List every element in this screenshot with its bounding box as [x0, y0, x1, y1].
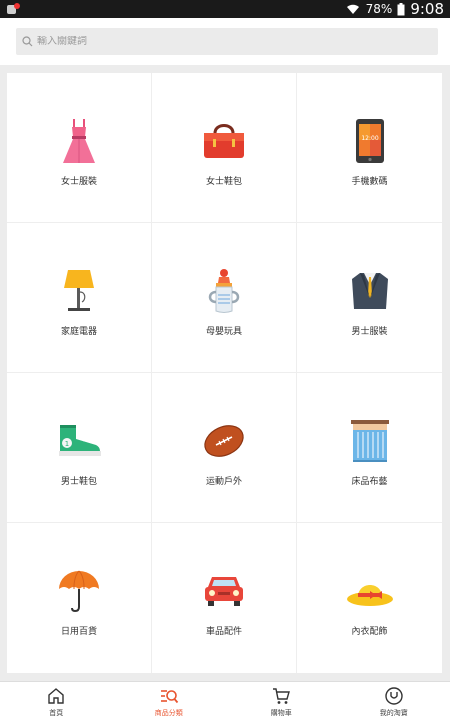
football-icon — [200, 417, 248, 465]
tab-my-taobao[interactable]: 我的淘寶 — [338, 682, 450, 720]
category-search-icon — [160, 690, 178, 704]
category-label: 男士服裝 — [351, 327, 388, 337]
sneaker-icon: 1 — [55, 417, 103, 465]
smartphone-icon: 12:00 — [346, 117, 394, 165]
baby-bottle-icon — [200, 267, 248, 315]
top-bar — [0, 18, 450, 65]
category-women-clothing[interactable]: 女士服裝 — [7, 73, 152, 223]
category-men-clothing[interactable]: 男士服裝 — [297, 223, 442, 373]
category-home-appliances[interactable]: 家庭電器 — [7, 223, 152, 373]
category-mobile-digital[interactable]: 12:00 手機數碼 — [297, 73, 442, 223]
battery-percent: 78% — [365, 2, 393, 16]
category-label: 床品布藝 — [351, 477, 388, 487]
search-icon — [22, 36, 33, 47]
car-icon — [200, 567, 248, 615]
status-right: 78% 9:08 — [345, 0, 444, 18]
cart-icon — [273, 688, 291, 704]
wifi-icon — [346, 4, 359, 14]
search-input[interactable] — [37, 36, 417, 47]
category-underwear-accessories[interactable]: 內衣配飾 — [297, 523, 442, 673]
category-daily-goods[interactable]: 日用百貨 — [7, 523, 152, 673]
app-notification-icon — [7, 3, 20, 14]
category-label: 女士鞋包 — [205, 177, 242, 187]
category-label: 手機數碼 — [351, 177, 388, 187]
tab-home[interactable]: 首頁 — [0, 682, 113, 720]
tab-label: 購物車 — [270, 709, 292, 717]
svg-text:12:00: 12:00 — [361, 135, 378, 142]
category-label: 車品配件 — [205, 627, 242, 637]
lamp-icon — [55, 267, 103, 315]
clock: 9:08 — [410, 0, 444, 18]
category-sports-outdoor[interactable]: 运動戶外 — [152, 373, 297, 523]
category-label: 运動戶外 — [205, 477, 242, 487]
category-label: 女士服裝 — [60, 177, 97, 187]
dress-icon — [55, 117, 103, 165]
tab-categories[interactable]: 商品分類 — [113, 682, 226, 720]
category-label: 男士鞋包 — [60, 477, 97, 487]
category-baby-toys[interactable]: 母嬰玩具 — [152, 223, 297, 373]
tab-label: 商品分類 — [154, 709, 183, 717]
home-icon — [48, 688, 64, 704]
category-men-shoes-bags[interactable]: 1 男士鞋包 — [7, 373, 152, 523]
tab-label: 我的淘寶 — [379, 709, 408, 717]
category-bedding-fabric[interactable]: 床品布藝 — [297, 373, 442, 523]
profile-icon — [385, 687, 403, 705]
umbrella-icon — [55, 567, 103, 615]
search-bar[interactable] — [16, 28, 438, 55]
bottom-tab-bar: 首頁 商品分類 購物車 我的淘寶 — [0, 681, 450, 720]
category-women-shoes-bags[interactable]: 女士鞋包 — [152, 73, 297, 223]
category-label: 家庭電器 — [60, 327, 97, 337]
battery-icon — [397, 2, 405, 15]
suit-icon — [346, 267, 394, 315]
svg-text:1: 1 — [65, 440, 69, 448]
category-label: 母嬰玩具 — [205, 327, 242, 337]
curtain-icon — [346, 417, 394, 465]
tab-label: 首頁 — [49, 709, 64, 717]
status-bar: 78% 9:08 — [0, 0, 450, 18]
tab-cart[interactable]: 購物車 — [225, 682, 338, 720]
category-car-accessories[interactable]: 車品配件 — [152, 523, 297, 673]
handbag-icon — [200, 117, 248, 165]
category-label: 日用百貨 — [60, 627, 97, 637]
category-grid: 女士服裝 女士鞋包 12:00 手機數碼 家庭電器 母嬰玩具 男士服裝 1 男士… — [7, 73, 442, 673]
sun-hat-icon — [346, 567, 394, 615]
category-label: 內衣配飾 — [351, 627, 388, 637]
